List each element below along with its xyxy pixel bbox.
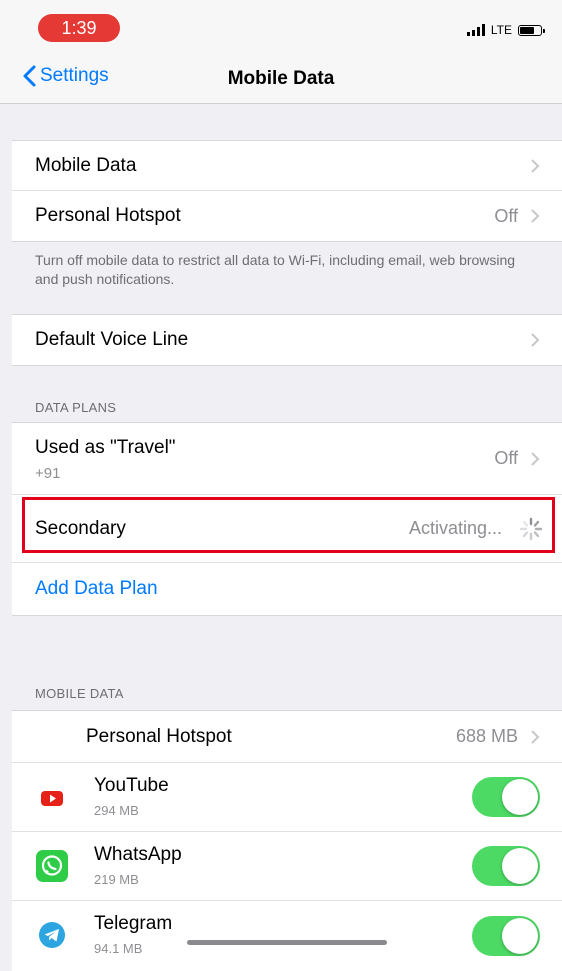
chevron-right-icon: [531, 729, 540, 744]
signal-icon: [466, 24, 485, 36]
chevron-right-icon: [531, 158, 540, 173]
mobile-data-footnote: Turn off mobile data to restrict all dat…: [35, 252, 516, 287]
whatsapp-icon: [36, 850, 68, 882]
app-usage: 94.1 MB: [94, 941, 143, 956]
page-title: Mobile Data: [227, 68, 335, 89]
app-row-telegram: Telegram 94.1 MB: [12, 901, 562, 970]
personal-hotspot-value: Off: [494, 205, 518, 226]
status-time: 1:39: [38, 14, 120, 42]
youtube-data-toggle[interactable]: [472, 777, 540, 817]
mobile-data-label: Mobile Data: [35, 154, 137, 176]
highlight-box: [22, 497, 555, 553]
personal-hotspot-row[interactable]: Personal Hotspot Off: [12, 191, 562, 241]
app-name: WhatsApp: [94, 844, 182, 865]
status-bar: 1:39 LTE: [0, 0, 562, 55]
hotspot-usage-label: Personal Hotspot: [86, 725, 232, 747]
app-name: YouTube: [94, 775, 169, 796]
app-name: Telegram: [94, 913, 173, 934]
status-indicators: LTE: [466, 22, 545, 38]
mobile-data-settings-group: Mobile Data Personal Hotspot Off: [12, 140, 562, 242]
add-data-plan-row[interactable]: Add Data Plan: [12, 563, 562, 615]
chevron-right-icon: [531, 333, 540, 347]
navigation-bar: Settings Mobile Data: [0, 55, 562, 104]
battery-icon: [518, 24, 545, 36]
hotspot-usage-value: 688 MB: [455, 726, 518, 746]
personal-hotspot-label: Personal Hotspot: [35, 205, 181, 226]
default-voice-line-label: Default Voice Line: [35, 329, 189, 350]
mobile-data-row[interactable]: Mobile Data: [12, 141, 562, 191]
app-row-youtube: YouTube 294 MB: [12, 763, 562, 832]
mobile-data-usage-group: Personal Hotspot 688 MB YouTube 294 MB W…: [12, 710, 562, 971]
data-plans-header: DATA PLANS: [35, 400, 117, 415]
telegram-data-toggle[interactable]: [472, 915, 540, 956]
add-data-plan-link[interactable]: Add Data Plan: [35, 578, 158, 600]
hotspot-usage-row[interactable]: Personal Hotspot 688 MB: [12, 711, 562, 763]
chevron-right-icon: [531, 209, 540, 223]
chevron-right-icon: [531, 451, 540, 466]
whatsapp-data-toggle[interactable]: [472, 846, 540, 886]
travel-plan-label: Used as "Travel": [35, 437, 176, 458]
youtube-icon: [36, 782, 68, 814]
travel-plan-row[interactable]: Used as "Travel" +91 Off: [12, 423, 562, 495]
app-row-whatsapp: WhatsApp 219 MB: [12, 832, 562, 901]
travel-plan-number: +91: [35, 465, 61, 482]
app-usage: 219 MB: [94, 872, 139, 887]
voice-line-group: Default Voice Line: [12, 314, 562, 366]
default-voice-line-row[interactable]: Default Voice Line: [12, 315, 562, 365]
app-usage: 294 MB: [94, 803, 139, 818]
network-label: LTE: [490, 23, 512, 37]
travel-plan-value: Off: [494, 448, 518, 468]
home-indicator[interactable]: [187, 940, 387, 945]
mobile-data-header: MOBILE DATA: [35, 686, 124, 701]
telegram-icon: [36, 919, 68, 951]
